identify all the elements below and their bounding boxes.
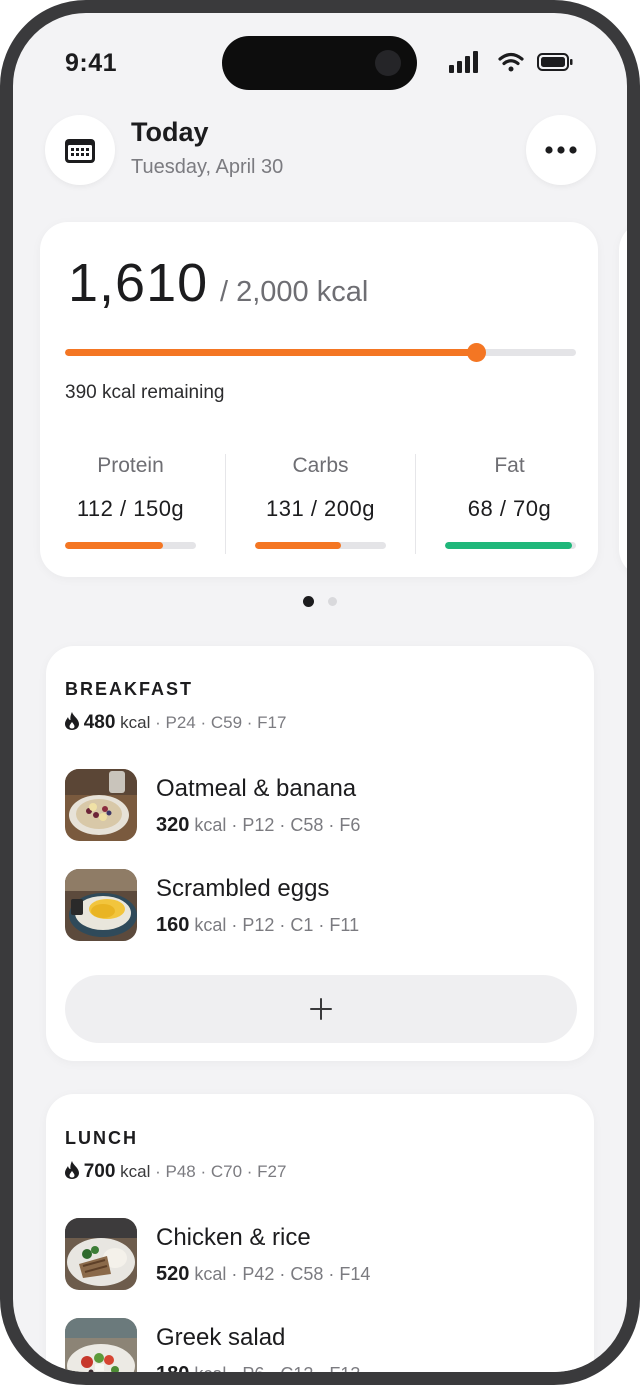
dynamic-island bbox=[222, 36, 417, 90]
flame-icon bbox=[65, 712, 79, 730]
meal-title: LUNCH bbox=[65, 1128, 138, 1148]
meal-kcal: 700 bbox=[83, 1161, 116, 1182]
food-kcal: 160 bbox=[156, 914, 190, 936]
food-detail: kcal · P6 · C12 · F13 bbox=[189, 1364, 361, 1384]
calendar-icon bbox=[65, 139, 95, 163]
macro-label: Protein bbox=[97, 454, 164, 477]
more-options-button[interactable] bbox=[526, 115, 596, 185]
calorie-progress-bar bbox=[65, 349, 576, 356]
calories-goal: / 2,000 kcal bbox=[220, 276, 369, 308]
food-name: Chicken & rice bbox=[156, 1224, 311, 1251]
page-indicator-active[interactable] bbox=[303, 596, 314, 607]
calorie-progress-fill bbox=[65, 349, 477, 356]
page-date: Tuesday, April 30 bbox=[131, 156, 284, 178]
macro-value: 112 / 150g bbox=[76, 496, 185, 521]
meal-kcal: 480 bbox=[83, 712, 116, 733]
divider bbox=[225, 454, 226, 554]
macro-label: Fat bbox=[494, 454, 525, 477]
page-title: Today bbox=[131, 117, 209, 147]
macro-protein: Protein 112 / 150g bbox=[43, 454, 218, 522]
food-item-chicken-rice[interactable]: Chicken & rice 520 kcal · P42 · C58 · F1… bbox=[65, 1218, 585, 1290]
food-item-greek-salad[interactable]: Greek salad 180 kcal · P6 · C12 · F13 bbox=[65, 1318, 585, 1385]
food-name: Scrambled eggs bbox=[156, 875, 330, 902]
macro-label: Carbs bbox=[292, 454, 349, 477]
plus-icon bbox=[310, 998, 332, 1020]
status-icons bbox=[449, 51, 573, 73]
meal-title: BREAKFAST bbox=[65, 679, 194, 699]
food-photo-chicken-rice bbox=[65, 1218, 137, 1290]
divider bbox=[415, 454, 416, 554]
food-macros: 520 kcal · P42 · C58 · F14 bbox=[156, 1263, 370, 1286]
protein-progress-fill bbox=[65, 542, 164, 549]
protein-progress-bar bbox=[65, 542, 196, 549]
add-food-button-breakfast[interactable] bbox=[65, 975, 577, 1043]
daily-summary-card[interactable]: 1,610 / 2,000 kcal 390 kcal remaining Pr… bbox=[40, 222, 598, 577]
meal-macros: · P24 · C59 · F17 bbox=[150, 713, 287, 732]
food-kcal: 320 bbox=[156, 814, 190, 836]
meal-summary: 480 kcal · P24 · C59 · F17 bbox=[65, 712, 286, 734]
meal-kcal-unit: kcal bbox=[120, 713, 151, 732]
food-item-scrambled-eggs[interactable]: Scrambled eggs 160 kcal · P12 · C1 · F11 bbox=[65, 869, 585, 941]
next-card-peek[interactable] bbox=[619, 222, 627, 577]
calories-remaining: 390 kcal remaining bbox=[65, 382, 225, 403]
carbs-progress-bar bbox=[255, 542, 386, 549]
meal-summary: 700 kcal · P48 · C70 · F27 bbox=[65, 1161, 286, 1183]
meal-macros: · P48 · C70 · F27 bbox=[150, 1162, 287, 1181]
food-detail: kcal · P12 · C1 · F11 bbox=[189, 915, 360, 935]
macro-carbs: Carbs 131 / 200g bbox=[233, 454, 408, 522]
food-photo-oatmeal bbox=[65, 769, 137, 841]
page-indicator[interactable] bbox=[328, 597, 337, 606]
food-macros: 160 kcal · P12 · C1 · F11 bbox=[156, 914, 359, 937]
food-item-oatmeal[interactable]: Oatmeal & banana 320 kcal · P12 · C58 · … bbox=[65, 769, 585, 841]
food-photo-scrambled-eggs bbox=[65, 869, 137, 941]
battery-icon bbox=[537, 53, 573, 71]
flame-icon bbox=[65, 1161, 79, 1179]
food-name: Greek salad bbox=[156, 1324, 286, 1351]
macro-value: 68 / 70g bbox=[467, 496, 552, 521]
more-icon bbox=[545, 146, 577, 154]
signal-icon bbox=[449, 51, 478, 73]
calories-eaten: 1,610 bbox=[68, 253, 209, 313]
fat-progress-bar bbox=[445, 542, 576, 549]
food-macros: 180 kcal · P6 · C12 · F13 bbox=[156, 1363, 361, 1385]
food-detail: kcal · P42 · C58 · F14 bbox=[189, 1264, 371, 1284]
phone-frame: 9:41 Today Tuesday, April 30 1,610 / 2,0… bbox=[0, 0, 640, 1385]
food-macros: 320 kcal · P12 · C58 · F6 bbox=[156, 814, 360, 837]
meal-kcal-unit: kcal bbox=[120, 1162, 151, 1181]
camera-icon bbox=[375, 50, 401, 76]
food-photo-greek-salad bbox=[65, 1318, 137, 1372]
food-kcal: 180 bbox=[156, 1363, 190, 1385]
fat-progress-fill bbox=[445, 542, 573, 549]
macro-value: 131 / 200g bbox=[266, 496, 375, 521]
lunch-card: LUNCH 700 kcal · P48 · C70 · F27 Chicken… bbox=[46, 1094, 594, 1385]
calendar-button[interactable] bbox=[45, 115, 115, 185]
breakfast-card: BREAKFAST 480 kcal · P24 · C59 · F17 Oat… bbox=[46, 646, 594, 1061]
wifi-icon bbox=[498, 52, 524, 72]
calorie-progress-knob bbox=[467, 343, 487, 362]
carbs-progress-fill bbox=[255, 542, 342, 549]
screen: 9:41 Today Tuesday, April 30 1,610 / 2,0… bbox=[13, 13, 627, 1372]
macro-fat: Fat 68 / 70g bbox=[422, 454, 597, 522]
status-time: 9:41 bbox=[65, 49, 118, 77]
food-name: Oatmeal & banana bbox=[156, 775, 357, 802]
food-kcal: 520 bbox=[156, 1263, 190, 1285]
food-detail: kcal · P12 · C58 · F6 bbox=[189, 815, 361, 835]
